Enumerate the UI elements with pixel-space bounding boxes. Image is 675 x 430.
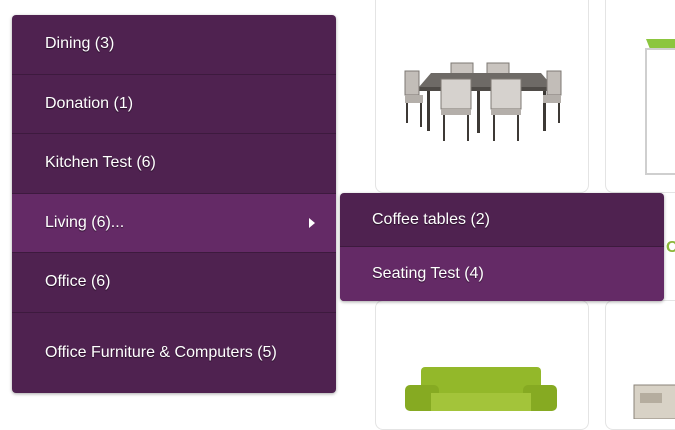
submenu-item-coffee-tables[interactable]: Coffee tables (2) xyxy=(340,193,664,247)
price-text-fragment: O xyxy=(666,239,675,256)
menu-item-label: Donation (1) xyxy=(45,94,134,112)
menu-item-label: Office (6) xyxy=(45,273,111,291)
living-submenu: Coffee tables (2) Seating Test (4) xyxy=(340,193,664,301)
menu-item-living[interactable]: Living (6)... xyxy=(12,193,336,253)
category-dropdown-menu: Dining (3) Donation (1) Kitchen Test (6)… xyxy=(12,15,336,393)
chevron-right-icon xyxy=(309,217,315,228)
product-card-dining-set[interactable] xyxy=(375,0,589,193)
submenu-item-seating-test[interactable]: Seating Test (4) xyxy=(340,247,664,301)
menu-item-dining[interactable]: Dining (3) xyxy=(12,15,336,75)
submenu-item-label: Seating Test (4) xyxy=(372,265,484,282)
dining-table-set-image[interactable] xyxy=(403,61,563,145)
menu-item-label: Office Furniture & Computers (5) xyxy=(45,343,277,361)
menu-item-office-furniture-computers[interactable]: Office Furniture & Computers (5) xyxy=(12,313,336,393)
menu-item-kitchen-test[interactable]: Kitchen Test (6) xyxy=(12,134,336,194)
menu-item-office[interactable]: Office (6) xyxy=(12,253,336,313)
menu-item-label: Kitchen Test (6) xyxy=(45,154,156,172)
menu-item-label: Dining (3) xyxy=(45,35,115,53)
green-sofa-image[interactable] xyxy=(401,363,561,411)
menu-item-donation[interactable]: Donation (1) xyxy=(12,75,336,134)
product-card-partial[interactable]: O xyxy=(605,0,675,256)
product-card-cabinet-partial[interactable] xyxy=(605,300,675,430)
partial-cabinet-image[interactable] xyxy=(630,379,675,419)
product-card-sofa[interactable] xyxy=(375,300,589,430)
menu-item-label: Living (6)... xyxy=(45,213,125,231)
submenu-item-label: Coffee tables (2) xyxy=(372,210,490,228)
partial-product-image[interactable] xyxy=(628,39,675,179)
